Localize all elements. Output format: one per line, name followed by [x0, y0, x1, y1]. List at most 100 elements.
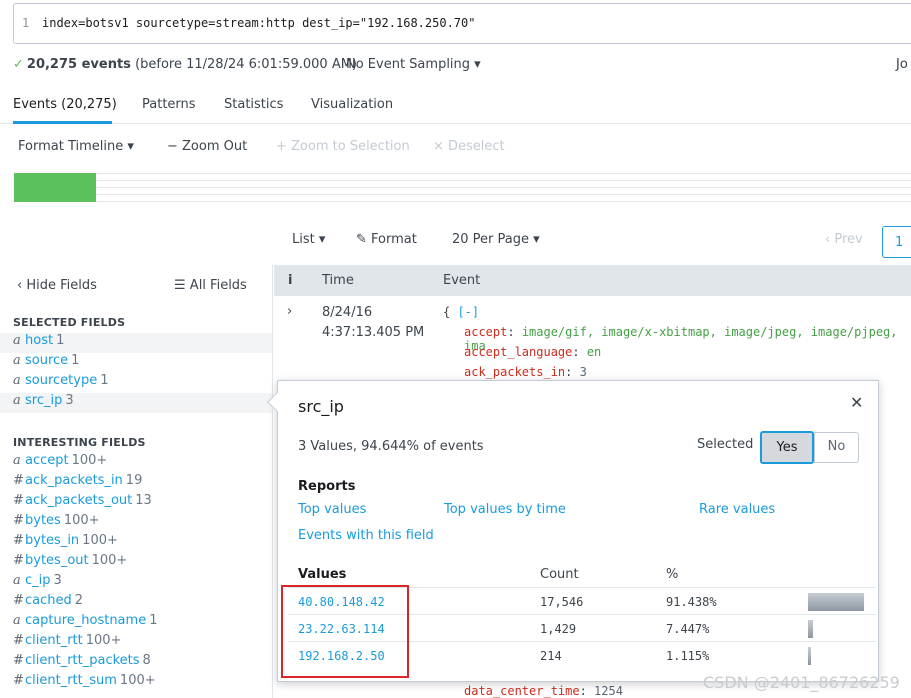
field-count: 100+: [91, 553, 128, 568]
field-item[interactable]: a source 1: [0, 353, 272, 373]
selected-no-button[interactable]: No: [814, 432, 859, 463]
timeline-gridline: [96, 187, 911, 188]
field-item[interactable]: a host 1: [0, 333, 272, 353]
tab-statistics[interactable]: Statistics: [224, 97, 283, 112]
timeline-gridline: [96, 194, 911, 195]
events-table-header: i Time Event: [274, 265, 911, 296]
field-count: 100+: [71, 453, 108, 468]
field-name[interactable]: c_ip: [25, 573, 51, 588]
results-tabs: Events (20,275) Patterns Statistics Visu…: [0, 86, 911, 124]
field-item[interactable]: #client_rtt_packets 8: [0, 653, 272, 673]
format-timeline-button[interactable]: Format Timeline ▾: [18, 139, 134, 154]
tab-patterns[interactable]: Patterns: [142, 97, 196, 112]
value-percent: 91.438%: [666, 595, 717, 609]
field-name[interactable]: bytes: [25, 513, 61, 528]
string-type-icon: a: [13, 333, 21, 348]
top-values-link[interactable]: Top values: [298, 502, 366, 517]
field-item[interactable]: #bytes_in 100+: [0, 533, 272, 553]
selected-yes-button[interactable]: Yes: [760, 431, 814, 464]
event-sampling-dropdown[interactable]: No Event Sampling ▾: [346, 57, 481, 72]
list-icon: ☰: [174, 278, 190, 293]
search-bar[interactable]: 1 index=botsv1 sourcetype=stream:http de…: [13, 3, 911, 44]
json-separator: :: [507, 325, 522, 339]
job-menu[interactable]: Jo: [896, 57, 908, 72]
field-item[interactable]: a c_ip 3: [0, 573, 272, 593]
json-line: accept_language: en: [464, 345, 601, 359]
numeric-type-icon: #: [13, 513, 24, 528]
tab-events[interactable]: Events (20,275): [13, 97, 117, 112]
hide-fields-button[interactable]: ‹ Hide Fields: [17, 278, 97, 293]
field-item[interactable]: a src_ip 3: [0, 393, 272, 413]
field-name[interactable]: bytes_out: [25, 553, 89, 568]
tab-visualization[interactable]: Visualization: [311, 97, 393, 112]
string-type-icon: a: [13, 353, 21, 368]
count-column-header: Count: [540, 567, 579, 582]
timeline-chart[interactable]: [14, 173, 911, 203]
event-date: 8/24/16: [322, 305, 373, 320]
format-button[interactable]: ✎ Format: [356, 232, 417, 247]
expand-event-icon[interactable]: ›: [287, 304, 292, 319]
field-count: 100+: [85, 633, 122, 648]
json-value[interactable]: 1254: [594, 684, 623, 698]
field-item[interactable]: #ack_packets_out 13: [0, 493, 272, 513]
numeric-type-icon: #: [13, 553, 24, 568]
timeline-bar[interactable]: [14, 173, 96, 202]
timeline-gridline: [96, 173, 911, 174]
field-name[interactable]: src_ip: [25, 393, 62, 408]
events-with-field-link[interactable]: Events with this field: [298, 528, 434, 543]
zoom-to-selection-button[interactable]: + Zoom to Selection: [276, 139, 410, 154]
field-name[interactable]: host: [25, 333, 53, 348]
json-brace: {: [443, 305, 458, 319]
page-1-button[interactable]: 1: [882, 226, 911, 258]
field-name[interactable]: bytes_in: [25, 533, 79, 548]
all-fields-button[interactable]: ☰ All Fields: [174, 278, 247, 293]
close-icon[interactable]: ✕: [850, 393, 863, 412]
field-item[interactable]: a capture_hostname 1: [0, 613, 272, 633]
field-item[interactable]: a sourcetype 1: [0, 373, 272, 393]
json-key[interactable]: data_center_time: [464, 684, 580, 698]
highlight-box: [281, 585, 409, 678]
field-name[interactable]: client_rtt_packets: [25, 653, 140, 668]
json-key[interactable]: accept: [464, 325, 507, 339]
field-name[interactable]: client_rtt_sum: [25, 673, 117, 688]
event-count-status: ✓ 20,275 events (before 11/28/24 6:01:59.…: [13, 57, 357, 72]
value-percent-bar: [808, 620, 813, 638]
field-item[interactable]: #ack_packets_in 19: [0, 473, 272, 493]
popup-title: src_ip: [298, 397, 344, 416]
value-count: 214: [540, 649, 562, 663]
json-separator: :: [565, 365, 580, 379]
info-icon: i: [288, 273, 293, 288]
per-page-dropdown[interactable]: 20 Per Page ▾: [452, 232, 540, 247]
rare-values-link[interactable]: Rare values: [699, 502, 775, 517]
field-count: 8: [142, 653, 151, 668]
field-name[interactable]: client_rtt: [25, 633, 83, 648]
field-name[interactable]: source: [25, 353, 68, 368]
json-collapse-toggle[interactable]: [-]: [457, 305, 479, 319]
field-name[interactable]: cached: [25, 593, 72, 608]
field-item[interactable]: #client_rtt 100+: [0, 633, 272, 653]
top-values-by-time-link[interactable]: Top values by time: [444, 502, 566, 517]
event-count: 20,275 events: [26, 57, 131, 72]
field-name[interactable]: capture_hostname: [25, 613, 146, 628]
deselect-button[interactable]: × Deselect: [433, 139, 505, 154]
field-item[interactable]: a accept 100+: [0, 453, 272, 473]
time-column-header[interactable]: Time: [322, 273, 354, 288]
field-item[interactable]: #bytes 100+: [0, 513, 272, 533]
event-column-header: Event: [443, 273, 481, 288]
field-name[interactable]: ack_packets_in: [25, 473, 123, 488]
json-key[interactable]: accept_language: [464, 345, 572, 359]
json-value[interactable]: 3: [580, 365, 587, 379]
prev-page-button[interactable]: ‹ Prev: [825, 232, 863, 247]
json-line: data_center_time: 1254: [464, 684, 623, 698]
field-item[interactable]: #bytes_out 100+: [0, 553, 272, 573]
field-name[interactable]: accept: [25, 453, 69, 468]
zoom-out-button[interactable]: − Zoom Out: [167, 139, 247, 154]
list-view-dropdown[interactable]: List ▾: [292, 232, 325, 247]
search-query[interactable]: index=botsv1 sourcetype=stream:http dest…: [42, 16, 475, 30]
json-value[interactable]: en: [587, 345, 601, 359]
field-item[interactable]: #cached 2: [0, 593, 272, 613]
field-name[interactable]: sourcetype: [25, 373, 97, 388]
json-key[interactable]: ack_packets_in: [464, 365, 565, 379]
field-item[interactable]: #client_rtt_sum 100+: [0, 673, 272, 693]
field-name[interactable]: ack_packets_out: [25, 493, 132, 508]
